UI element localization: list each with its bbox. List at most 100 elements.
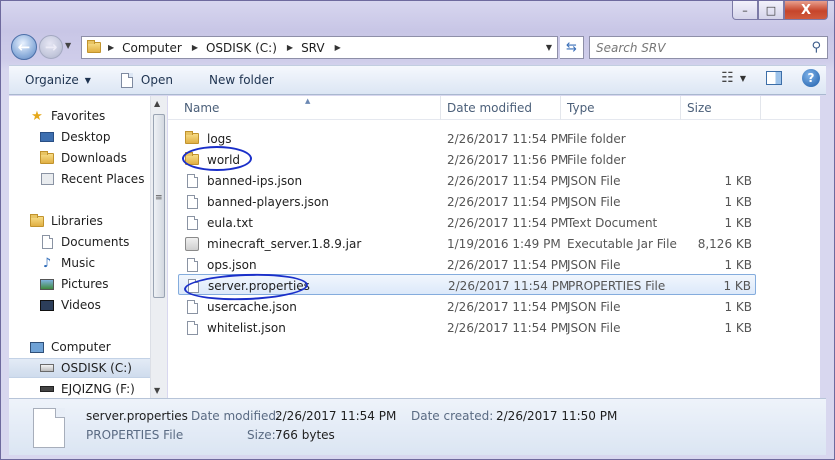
file-icon: [184, 215, 200, 231]
videos-icon: [39, 298, 55, 312]
scroll-down-icon[interactable]: ▼: [154, 386, 160, 395]
nav-pictures[interactable]: Pictures: [39, 274, 150, 294]
file-row[interactable]: usercache.json 2/26/2017 11:54 PM JSON Fil…: [178, 296, 756, 317]
chevron-right-icon[interactable]: ▶: [108, 43, 114, 52]
view-options-icon[interactable]: ☷: [721, 70, 734, 86]
window-controls: – □ X: [732, 1, 828, 21]
star-icon: ★: [31, 108, 43, 124]
file-row[interactable]: world 2/26/2017 11:56 PM File folder: [178, 149, 756, 170]
maximize-button[interactable]: □: [758, 1, 784, 20]
search-box[interactable]: ⚲: [589, 36, 828, 59]
file-name: minecraft_server.1.8.9.jar: [207, 236, 362, 251]
file-row[interactable]: logs 2/26/2017 11:54 PM File folder: [178, 128, 756, 149]
file-row[interactable]: server.properties 2/26/2017 11:54 PM PROPE…: [178, 274, 756, 295]
file-name: banned-players.json: [207, 194, 329, 209]
help-icon[interactable]: ?: [802, 69, 820, 87]
file-row[interactable]: whitelist.json 2/26/2017 11:54 PM JSON Fil…: [178, 317, 756, 338]
chevron-right-icon[interactable]: ▶: [287, 43, 293, 52]
file-date-modified: 2/26/2017 11:56 PM: [447, 152, 569, 167]
address-bar[interactable]: ▶ Computer ▶ OSDISK (C:) ▶ SRV ▶ ▼: [81, 36, 558, 59]
file-preview-icon: [33, 408, 65, 448]
file-type: JSON File: [567, 194, 621, 209]
nav-favorites[interactable]: ★ Favorites: [29, 106, 150, 126]
explorer-window: – □ X ← → ▼ ▶ Computer ▶ OSDISK (C:) ▶ S…: [0, 0, 835, 460]
preview-pane-icon[interactable]: [766, 71, 782, 85]
file-name: server.properties: [208, 278, 310, 293]
open-label: Open: [140, 73, 173, 87]
chevron-right-icon[interactable]: ▶: [192, 43, 198, 52]
nav-downloads[interactable]: Downloads: [39, 148, 150, 168]
music-icon: ♪: [42, 255, 52, 271]
close-button[interactable]: X: [784, 1, 828, 20]
file-date-modified: 2/26/2017 11:54 PM: [447, 194, 569, 209]
removable-drive-icon: [39, 382, 55, 396]
file-row[interactable]: minecraft_server.1.8.9.jar 1/19/2016 1:49…: [178, 233, 756, 254]
file-row[interactable]: banned-ips.json 2/26/2017 11:54 PM JSON Fi…: [178, 170, 756, 191]
recent-places-icon: [39, 172, 55, 186]
scrollbar-thumb[interactable]: [153, 114, 165, 298]
nav-libraries[interactable]: Libraries: [29, 211, 150, 231]
nav-videos[interactable]: Videos: [39, 295, 150, 315]
nav-recent-places[interactable]: Recent Places: [39, 169, 150, 189]
recent-pages-dropdown[interactable]: ▼: [65, 41, 71, 50]
column-size[interactable]: Size: [681, 96, 761, 120]
nav-desktop[interactable]: Desktop: [39, 127, 150, 147]
minimize-button[interactable]: –: [732, 1, 758, 20]
breadcrumb-osdisk[interactable]: OSDISK (C:): [206, 41, 277, 55]
navigation-scrollbar[interactable]: ▲ ▼: [150, 96, 167, 398]
file-size: 1 KB: [723, 278, 751, 293]
file-name: banned-ips.json: [207, 173, 303, 188]
address-dropdown[interactable]: ▼: [541, 37, 557, 58]
search-input[interactable]: [596, 40, 796, 55]
details-size-label: Size:: [247, 428, 276, 442]
file-type: JSON File: [567, 173, 621, 188]
open-button[interactable]: Open: [113, 68, 181, 92]
file-name-cell: banned-players.json: [184, 191, 329, 212]
breadcrumb-srv[interactable]: SRV: [301, 41, 325, 55]
computer-icon: [29, 340, 45, 354]
libraries-icon: [29, 213, 45, 228]
file-date-modified: 2/26/2017 11:54 PM: [447, 173, 569, 188]
nav-documents[interactable]: Documents: [39, 232, 150, 252]
file-type: File folder: [567, 131, 626, 146]
breadcrumb-computer[interactable]: Computer: [122, 41, 182, 55]
folder-icon: [184, 152, 200, 168]
file-name-cell: eula.txt: [184, 212, 253, 233]
details-filename: server.properties: [86, 409, 188, 423]
organize-button[interactable]: Organize ▼: [17, 68, 99, 92]
forward-button[interactable]: →: [39, 35, 63, 59]
details-created-label: Date created:: [411, 409, 494, 423]
folder-icon: [184, 131, 200, 147]
jar-file-icon: [184, 236, 200, 252]
command-bar: Organize ▼ Open New folder ☷ ▼ ?: [9, 65, 826, 95]
arrow-left-icon: ←: [17, 38, 31, 56]
file-row[interactable]: ops.json 2/26/2017 11:54 PM JSON File 1 KB: [178, 254, 756, 275]
nav-osdisk[interactable]: OSDISK (C:): [9, 358, 150, 378]
details-size-value: 766 bytes: [275, 428, 335, 442]
address-row: ← → ▼ ▶ Computer ▶ OSDISK (C:) ▶ SRV ▶ ▼…: [9, 33, 828, 61]
pictures-icon: [39, 277, 55, 291]
file-date-modified: 1/19/2016 1:49 PM: [447, 236, 561, 251]
desktop-icon: [39, 130, 55, 144]
search-icon[interactable]: ⚲: [811, 40, 821, 55]
column-date-modified[interactable]: Date modified: [441, 96, 561, 120]
file-row[interactable]: eula.txt 2/26/2017 11:54 PM Text Document 1…: [178, 212, 756, 233]
nav-computer[interactable]: Computer: [29, 337, 150, 357]
chevron-down-icon[interactable]: ▼: [740, 74, 746, 83]
file-type: JSON File: [567, 257, 621, 272]
nav-music[interactable]: ♪ Music: [39, 253, 150, 273]
nav-ejqizng[interactable]: EJQIZNG (F:): [39, 379, 150, 398]
details-filetype: PROPERTIES File: [86, 428, 184, 442]
refresh-button[interactable]: ⇆: [560, 36, 584, 59]
file-size: 8,126 KB: [697, 236, 752, 251]
back-button[interactable]: ←: [11, 34, 37, 60]
file-name: logs: [207, 131, 232, 146]
scroll-up-icon[interactable]: ▲: [154, 99, 160, 108]
column-type[interactable]: Type: [561, 96, 681, 120]
new-folder-button[interactable]: New folder: [201, 68, 282, 92]
file-name: eula.txt: [207, 215, 254, 230]
chevron-right-icon[interactable]: ▶: [335, 43, 341, 52]
file-row[interactable]: banned-players.json 2/26/2017 11:54 PM JSO…: [178, 191, 756, 212]
file-type: JSON File: [567, 320, 621, 335]
drive-icon: [39, 361, 55, 375]
